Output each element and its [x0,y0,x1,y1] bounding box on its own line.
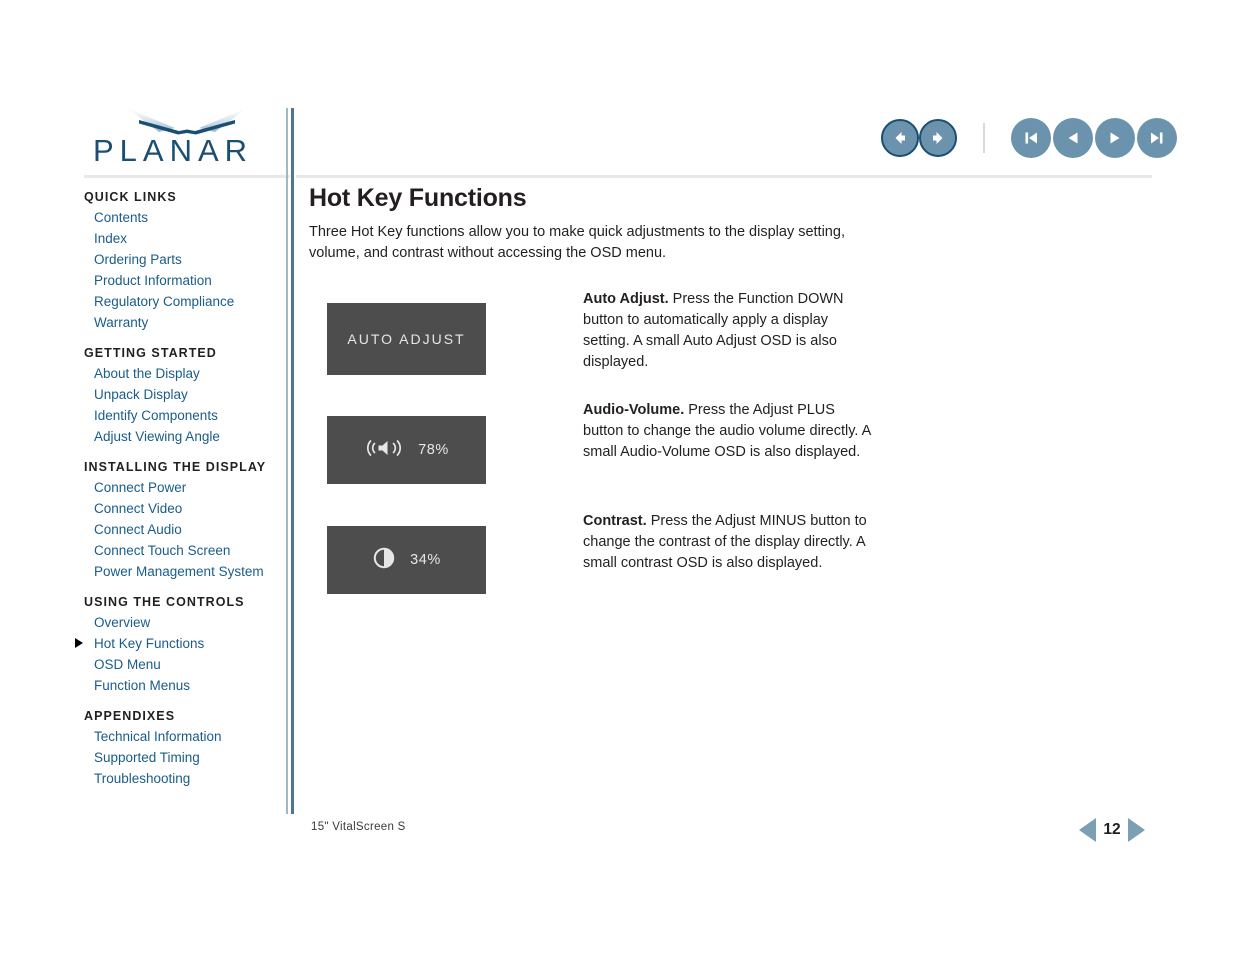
description-audio-volume: Audio-Volume. Press the Adjust PLUS butt… [583,400,873,463]
osd-auto-adjust-label: AUTO ADJUST [347,331,466,347]
sidebar-item-ordering-parts[interactable]: Ordering Parts [84,249,284,270]
previous-page-button[interactable] [1053,118,1093,158]
sidebar-item-osd-menu[interactable]: OSD Menu [84,654,284,675]
sidebar-heading: INSTALLING THE DISPLAY [84,460,267,474]
footer-document-label: 15" VitalScreen S [311,821,406,833]
sidebar-item-troubleshooting[interactable]: Troubleshooting [84,768,284,789]
sidebar-item-power-management-system[interactable]: Power Management System [84,561,284,582]
sidebar-heading: APPENDIXES [84,709,176,723]
description-term: Contrast. [583,513,647,529]
sidebar-item-function-menus[interactable]: Function Menus [84,675,284,696]
contrast-icon [372,546,396,575]
sidebar-heading: QUICK LINKS [84,190,177,204]
forward-button[interactable] [919,119,957,157]
sidebar-item-about-the-display[interactable]: About the Display [84,363,284,384]
header-navigation [881,117,1177,159]
sidebar-item-technical-information[interactable]: Technical Information [84,726,284,747]
column-divider-inner [291,108,294,814]
manual-page: PLANAR QUICK LINKS Contents Index Orderi… [0,0,1235,954]
sidebar-item-index[interactable]: Index [84,228,284,249]
osd-contrast-value: 34% [410,552,441,568]
sidebar-heading: USING THE CONTROLS [84,595,245,609]
sidebar-item-unpack-display[interactable]: Unpack Display [84,384,284,405]
page-pager: 12 [1079,818,1145,842]
sidebar-group-appendixes: APPENDIXES Technical Information Support… [84,709,284,789]
sidebar-group-quick-links: QUICK LINKS Contents Index Ordering Part… [84,190,284,333]
next-page-button[interactable] [1095,118,1135,158]
sidebar-group-installing-the-display: INSTALLING THE DISPLAY Connect Power Con… [84,460,284,582]
arrow-left-icon [895,132,905,144]
nav-separator [983,123,985,153]
sidebar-item-connect-power[interactable]: Connect Power [84,477,284,498]
page-intro-text: Three Hot Key functions allow you to mak… [309,224,845,261]
speaker-volume-icon [364,435,404,466]
header-divider-right [296,175,1152,178]
first-page-button[interactable] [1011,118,1051,158]
sidebar-heading: GETTING STARTED [84,346,217,360]
sidebar-item-warranty[interactable]: Warranty [84,312,284,333]
pager-previous-icon[interactable] [1079,818,1096,842]
sidebar-item-connect-audio[interactable]: Connect Audio [84,519,284,540]
column-divider-outer [286,108,288,814]
last-page-button[interactable] [1137,118,1177,158]
pager-page-number: 12 [1103,821,1121,838]
sidebar-item-supported-timing[interactable]: Supported Timing [84,747,284,768]
sidebar-item-contents[interactable]: Contents [84,207,284,228]
sidebar-item-overview[interactable]: Overview [84,612,284,633]
arrow-right-icon [933,132,943,144]
page-title: Hot Key Functions [309,184,527,212]
sidebar-item-product-information[interactable]: Product Information [84,270,284,291]
pager-next-icon[interactable] [1128,818,1145,842]
sidebar-item-adjust-viewing-angle[interactable]: Adjust Viewing Angle [84,426,284,447]
osd-contrast: 34% [327,526,486,594]
description-auto-adjust: Auto Adjust. Press the Function DOWN but… [583,289,873,373]
sidebar-item-connect-touch-screen[interactable]: Connect Touch Screen [84,540,284,561]
sidebar-item-hot-key-functions[interactable]: Hot Key Functions [75,633,284,654]
triangle-right-icon [1110,132,1120,144]
sidebar-group-getting-started: GETTING STARTED About the Display Unpack… [84,346,284,447]
sidebar-navigation: QUICK LINKS Contents Index Ordering Part… [75,190,284,802]
sidebar-group-using-the-controls: USING THE CONTROLS Overview Hot Key Func… [75,595,284,696]
current-page-pointer-icon [75,638,83,648]
sidebar-item-regulatory-compliance[interactable]: Regulatory Compliance [84,291,284,312]
header-divider-left [84,175,290,178]
planar-wordmark: PLANAR [93,133,254,168]
planar-logo: PLANAR [93,108,283,170]
osd-audio-volume: 78% [327,416,486,484]
sidebar-item-label: Hot Key Functions [94,636,205,651]
osd-auto-adjust: AUTO ADJUST [327,303,486,375]
osd-volume-value: 78% [418,442,449,458]
skip-to-start-icon [1025,132,1037,144]
description-contrast: Contrast. Press the Adjust MINUS button … [583,511,873,574]
description-term: Auto Adjust. [583,291,669,307]
sidebar-item-connect-video[interactable]: Connect Video [84,498,284,519]
back-button[interactable] [881,119,919,157]
triangle-left-icon [1068,132,1078,144]
sidebar-item-identify-components[interactable]: Identify Components [84,405,284,426]
skip-to-end-icon [1151,132,1163,144]
description-term: Audio-Volume. [583,402,685,418]
